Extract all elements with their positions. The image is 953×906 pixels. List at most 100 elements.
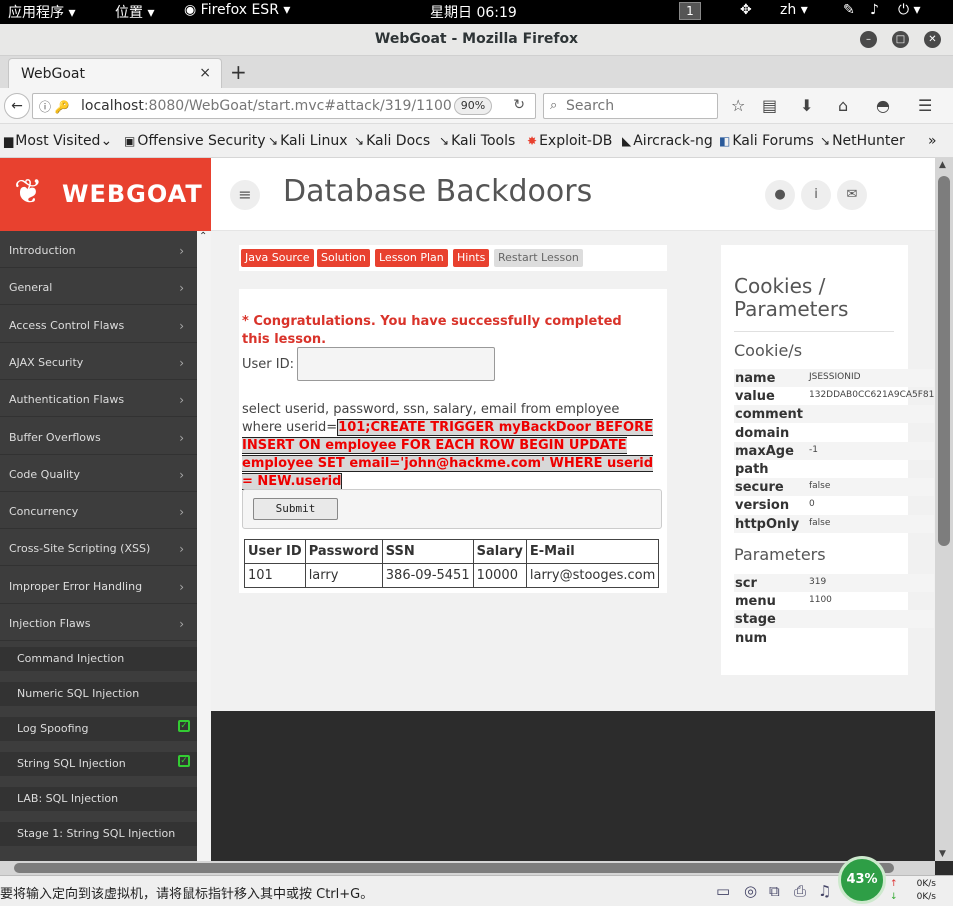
home-icon[interactable]: ⌂ — [838, 96, 848, 115]
power-icon[interactable]: ⏻ ▾ — [898, 2, 921, 18]
sidebar-category[interactable]: Introduction › — [0, 231, 197, 268]
sidebar-lesson-item[interactable]: String SQL Injection ✓ — [0, 752, 197, 777]
table-cell: 101 — [244, 563, 306, 588]
bookmark-star-icon[interactable]: ☆ — [731, 96, 745, 115]
sidebar-category[interactable]: AJAX Security › — [0, 343, 197, 380]
pocket-icon[interactable]: ◓ — [876, 96, 890, 115]
scroll-up-icon[interactable]: ▲ — [939, 160, 946, 170]
scroll-up-icon[interactable]: ⌃ — [199, 231, 207, 242]
mail-button[interactable]: ✉ — [837, 180, 867, 210]
maximize-button[interactable]: □ — [892, 31, 909, 48]
sidebar-lesson-item[interactable]: LAB: SQL Injection — [0, 787, 197, 812]
printer-icon[interactable]: ⎙ — [794, 882, 806, 900]
new-tab-button[interactable]: + — [230, 60, 247, 84]
minimize-button[interactable]: – — [860, 31, 877, 48]
bookmark-offensive-security[interactable]: ▣ Offensive Security — [124, 133, 266, 149]
apps-menu-label: 应用程序 — [8, 5, 64, 21]
places-menu[interactable]: 位置 ▾ — [115, 2, 154, 22]
site-info-icon[interactable]: ⓘ 🔑 — [39, 98, 70, 115]
aircrack-icon: ◣ — [622, 134, 632, 148]
downloads-icon[interactable]: ⬇ — [800, 96, 813, 115]
cpu-usage-gauge[interactable]: 43% — [838, 856, 886, 904]
navigation-toolbar: ← ⓘ 🔑 localhost:8080/WebGoat/start.mvc#a… — [0, 88, 953, 124]
row-key: scr — [735, 576, 757, 591]
horizontal-scrollbar[interactable] — [0, 861, 935, 875]
workspace-indicator[interactable]: 1 — [679, 2, 701, 20]
network-icon[interactable]: ⧉ — [769, 882, 780, 900]
network-speed: ↑ 0K/s ↓ 0K/s — [890, 876, 952, 906]
apps-menu[interactable]: 应用程序 ▾ — [8, 2, 75, 22]
java-source-button[interactable]: Java Source — [241, 249, 314, 267]
restart-lesson-button[interactable]: Restart Lesson — [494, 249, 583, 267]
hamburger-icon: ≡ — [238, 185, 252, 204]
language-indicator[interactable]: zh ▾ — [780, 2, 808, 18]
bookmark-aircrack-ng[interactable]: ◣ Aircrack-ng — [622, 133, 713, 149]
sidebar-lesson-label: LAB: SQL Injection — [17, 792, 119, 806]
bookmark-kali-docs[interactable]: ↘ Kali Docs — [354, 133, 430, 149]
url-text[interactable]: localhost:8080/WebGoat/start.mvc#attack/… — [81, 98, 452, 114]
sidebar-category[interactable]: Improper Error Handling › — [0, 567, 197, 604]
bookmark-exploit-db[interactable]: ✸ Exploit-DB — [527, 133, 612, 149]
row-value: 1100 — [809, 595, 832, 606]
sidebar-category[interactable]: Buffer Overflows › — [0, 418, 197, 455]
upload-speed: 0K/s — [916, 879, 936, 889]
sidebar-category-label: Code Quality — [9, 467, 80, 481]
brush-icon[interactable]: ✎ — [843, 2, 855, 18]
sidebar-category[interactable]: Concurrency › — [0, 492, 197, 530]
lesson-plan-button[interactable]: Lesson Plan — [375, 249, 448, 267]
sidebar-lesson-item[interactable]: Command Injection — [0, 647, 197, 672]
webgoat-logo[interactable]: ❦ WEBGOAT — [0, 158, 211, 231]
menu-toggle-button[interactable]: ≡ — [230, 180, 260, 210]
sidebar-lesson-label: Stage 1: String SQL Injection — [17, 827, 176, 841]
tab-close-icon[interactable]: × — [199, 65, 211, 81]
sidebar-category[interactable]: Code Quality › — [0, 455, 197, 492]
sidebar-category[interactable]: Cross-Site Scripting (XSS) › — [0, 529, 197, 567]
sidebar-lesson-item[interactable]: Numeric SQL Injection — [0, 682, 197, 707]
webgoat-page: ❦ WEBGOAT ≡ Database Backdoors ● i ✉ Int… — [0, 158, 935, 861]
key-value-row: menu 1100 — [734, 592, 934, 610]
vertical-scrollbar[interactable]: ▲ ▼ — [935, 158, 953, 861]
vertical-scroll-thumb[interactable] — [938, 176, 950, 546]
search-box[interactable]: ⌕ — [543, 93, 718, 119]
sidebar-lesson-item[interactable]: Log Spoofing ✓ — [0, 717, 197, 742]
scroll-down-icon[interactable]: ▼ — [939, 849, 946, 859]
bookmarks-overflow-button[interactable]: » — [928, 133, 937, 149]
bookmark-kali-tools[interactable]: ↘ Kali Tools — [439, 133, 515, 149]
reload-icon[interactable]: ↻ — [513, 97, 525, 113]
key-value-row: scr 319 — [734, 574, 934, 592]
volume-icon[interactable]: ♪ — [870, 2, 879, 18]
horizontal-scroll-thumb[interactable] — [14, 863, 894, 873]
menu-icon[interactable]: ☰ — [918, 96, 932, 115]
url-bar[interactable]: ⓘ 🔑 localhost:8080/WebGoat/start.mvc#att… — [32, 93, 536, 119]
bookmark-most-visited[interactable]: ▆ Most Visited⌄ — [4, 133, 112, 149]
bookmark-kali-forums[interactable]: ◧ Kali Forums — [719, 133, 814, 149]
cd-icon[interactable]: ◎ — [744, 882, 757, 900]
sidebar-category[interactable]: Access Control Flaws › — [0, 306, 197, 343]
userid-input[interactable] — [297, 347, 495, 381]
user-button[interactable]: ● — [765, 180, 795, 210]
solution-button[interactable]: Solution — [317, 249, 370, 267]
tab-webgoat[interactable]: WebGoat × — [8, 58, 222, 88]
hints-button[interactable]: Hints — [453, 249, 490, 267]
zoom-indicator[interactable]: 90% — [454, 97, 492, 115]
bookmark-kali-linux[interactable]: ↘ Kali Linux — [268, 133, 348, 149]
bookmark-nethunter[interactable]: ↘ NetHunter — [820, 133, 905, 149]
sidebar-category[interactable]: Authentication Flaws › — [0, 380, 197, 418]
hdd-icon[interactable]: ▭ — [716, 882, 730, 900]
chevron-right-icon: › — [179, 617, 184, 631]
library-icon[interactable]: ▤ — [762, 96, 777, 115]
screenshot-tray-icon[interactable]: ✥ — [740, 2, 752, 18]
clock[interactable]: 星期日 06:19 — [430, 2, 517, 22]
info-button[interactable]: i — [801, 180, 831, 210]
sidebar-category[interactable]: General › — [0, 268, 197, 306]
close-window-button[interactable]: ✕ — [924, 31, 941, 48]
submit-button[interactable]: Submit — [253, 498, 338, 520]
sound-icon[interactable]: ♫ — [818, 882, 831, 900]
sidebar-lesson-item[interactable]: Stage 1: String SQL Injection — [0, 822, 197, 847]
column-header: Password — [304, 539, 383, 564]
back-button[interactable]: ← — [4, 93, 30, 119]
firefox-app-menu[interactable]: ◉ Firefox ESR ▾ — [184, 2, 290, 18]
sidebar-category[interactable]: Injection Flaws › — [0, 604, 197, 641]
search-input[interactable] — [566, 97, 711, 115]
sidebar-scrollbar[interactable]: ⌃ — [197, 231, 211, 861]
